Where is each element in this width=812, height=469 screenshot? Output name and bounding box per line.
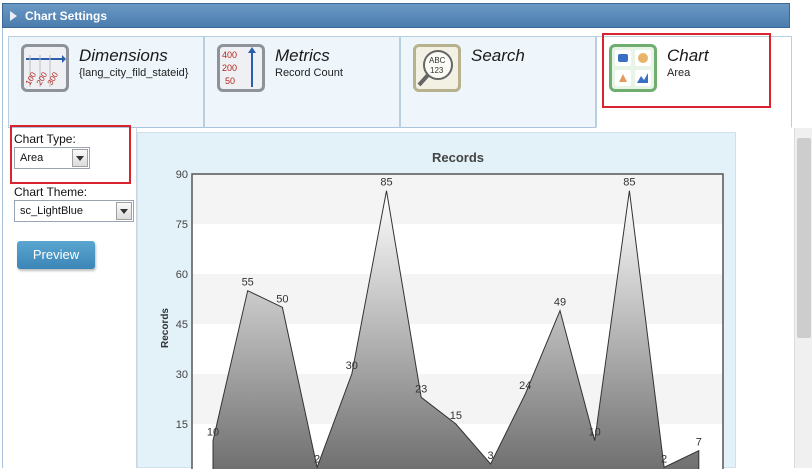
search-icon-letters: ABC	[429, 56, 446, 65]
data-label: 15	[450, 410, 462, 422]
metrics-icon-tick: 400	[222, 50, 237, 60]
data-label: 10	[589, 427, 601, 439]
chart-title: Records	[432, 150, 484, 165]
header-title: Chart Settings	[25, 9, 108, 23]
chart-theme-value: sc_LightBlue	[20, 205, 83, 217]
grid-band	[192, 174, 723, 224]
y-tick-label: 75	[176, 219, 188, 231]
data-label: 55	[242, 277, 254, 289]
data-label: 23	[415, 383, 427, 395]
data-label: 24	[519, 380, 531, 392]
chart-tab-highlight	[602, 33, 771, 108]
collapse-arrow-icon[interactable]	[10, 11, 17, 21]
scrollbar-thumb[interactable]	[797, 138, 811, 338]
search-icon-digits: 123	[430, 66, 444, 75]
tab-dimensions[interactable]: 100 200 300 Dimensions {lang_city_fild_s…	[8, 36, 204, 128]
metrics-icon-tick: 50	[225, 76, 235, 86]
search-magnifier-icon: ABC 123	[413, 44, 461, 92]
grid-band	[192, 224, 723, 274]
data-label: 85	[380, 177, 392, 189]
tab-search[interactable]: ABC 123 Search	[400, 36, 596, 128]
data-label: 85	[623, 177, 635, 189]
tab-metrics[interactable]: 400 200 50 Metrics Record Count	[204, 36, 400, 128]
dims-icon-tick: 300	[46, 70, 61, 87]
chart-theme-select[interactable]: sc_LightBlue	[14, 200, 134, 222]
data-label: 2	[661, 453, 667, 465]
y-tick-label: 30	[176, 369, 188, 381]
data-label: 50	[276, 293, 288, 305]
y-tick-label: 15	[176, 419, 188, 431]
y-tick-label: 60	[176, 269, 188, 281]
metrics-icon-tick: 200	[222, 63, 237, 73]
plot-area: 15 30 45 60 75 90 10 55 50 2 30 85 23 15 3 24 49 10 85 2 7	[176, 169, 724, 469]
data-label: 49	[554, 297, 566, 309]
y-tick-label: 45	[176, 319, 188, 331]
chart-theme-label: Chart Theme:	[14, 185, 88, 199]
dimensions-axis-icon: 100 200 300	[21, 44, 69, 92]
tab-metrics-subtitle: Record Count	[275, 67, 343, 79]
area-chart: Records Records 15 30 45 60 75 90 10 55 50 2 30 85 2…	[160, 150, 724, 469]
data-label: 30	[346, 360, 358, 372]
vertical-scrollbar[interactable]	[794, 128, 812, 468]
chevron-down-icon[interactable]	[116, 202, 132, 220]
tab-dimensions-subtitle: {lang_city_fild_stateid}	[79, 67, 189, 79]
chart-container: Records Records 15 30 45 60 75 90 10 55 50 2 30 85 2…	[137, 132, 736, 469]
chart-settings-header[interactable]: Chart Settings	[2, 3, 790, 28]
tab-dimensions-title: Dimensions	[79, 46, 168, 65]
y-tick-label: 90	[176, 169, 188, 181]
tab-metrics-title: Metrics	[275, 46, 330, 65]
data-label: 3	[488, 450, 494, 462]
tab-search-title: Search	[471, 46, 525, 65]
metrics-bar-icon: 400 200 50	[217, 44, 265, 92]
chart-settings-window: Chart Settings 100 200 300 Dimensions {l…	[0, 0, 812, 469]
chart-y-axis-label: Records	[160, 308, 171, 348]
chart-type-highlight	[10, 125, 131, 184]
preview-button[interactable]: Preview	[17, 241, 95, 269]
data-label: 7	[696, 437, 702, 449]
data-label: 10	[207, 427, 219, 439]
data-label: 2	[314, 453, 320, 465]
